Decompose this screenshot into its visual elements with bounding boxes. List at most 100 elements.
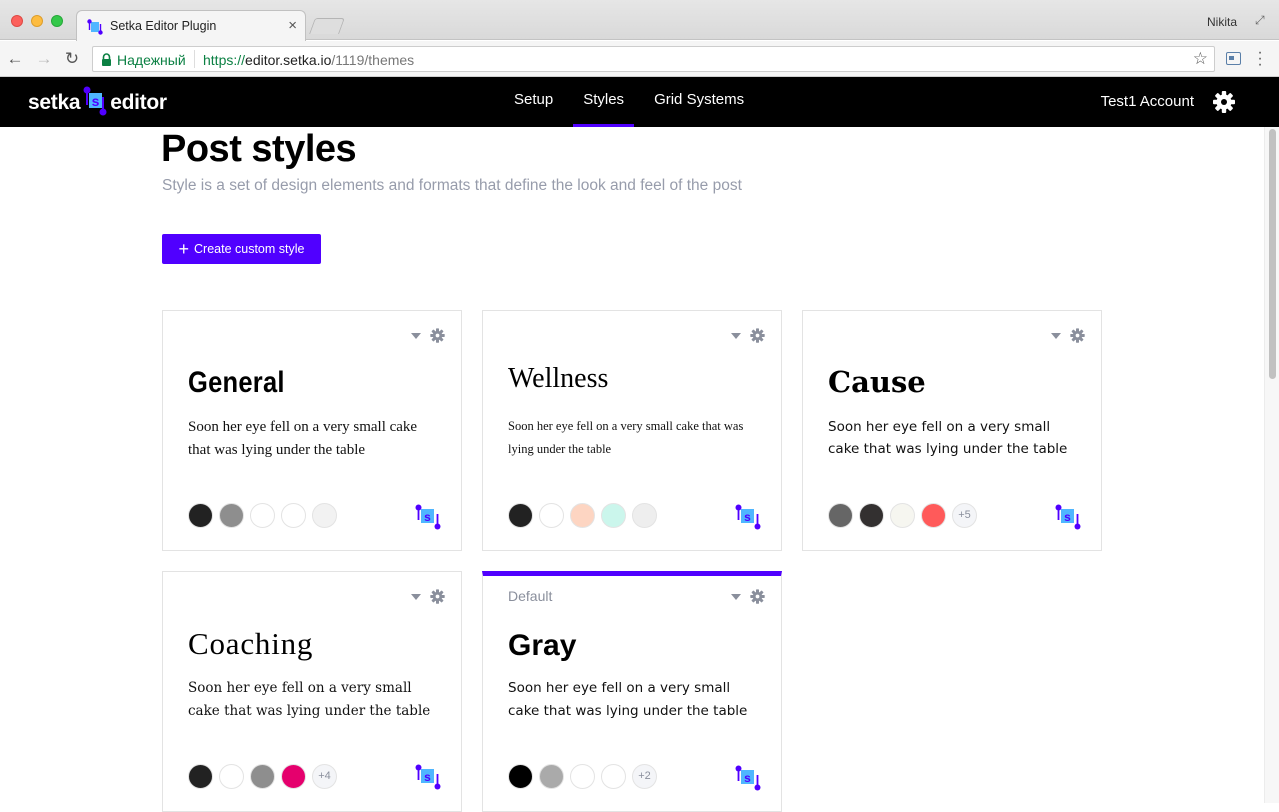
setka-logo-icon: s xyxy=(735,765,761,796)
nav-item-styles[interactable]: Styles xyxy=(573,77,634,127)
color-swatch xyxy=(219,764,244,789)
color-swatch xyxy=(828,503,853,528)
create-button-label: Create custom style xyxy=(194,242,305,256)
nav-item-setup[interactable]: Setup xyxy=(504,77,563,127)
color-swatch xyxy=(601,503,626,528)
main-nav: Setup Styles Grid Systems xyxy=(499,77,759,127)
style-title: General xyxy=(188,366,285,399)
create-custom-style-button[interactable]: + Create custom style xyxy=(162,234,321,264)
app-header: setka s editor Setup Styles Grid Systems… xyxy=(0,77,1279,127)
style-title: Cause xyxy=(828,365,926,399)
profile-name[interactable]: Nikita xyxy=(1207,15,1237,29)
svg-text:s: s xyxy=(424,510,431,524)
bookmark-star-icon[interactable]: ☆ xyxy=(1193,49,1208,69)
close-window-button[interactable] xyxy=(11,15,23,27)
color-swatch xyxy=(570,764,595,789)
settings-gear-icon[interactable] xyxy=(1212,90,1236,114)
gear-icon[interactable] xyxy=(430,589,445,604)
extension-icon[interactable] xyxy=(1226,52,1241,65)
card-controls xyxy=(411,589,445,604)
browser-tab[interactable]: Setka Editor Plugin × xyxy=(76,10,306,41)
style-sample-text: Soon her eye fell on a very small cake t… xyxy=(508,419,744,456)
svg-text:s: s xyxy=(744,510,751,524)
style-sample-text: Soon her eye fell on a very small cake t… xyxy=(508,680,748,719)
style-card-coaching[interactable]: Coaching Soon her eye fell on a very smal… xyxy=(162,571,462,812)
color-swatch xyxy=(281,503,306,528)
url-text[interactable]: https://editor.setka.io/1119/themes xyxy=(203,52,414,68)
color-swatches: +4 xyxy=(188,764,337,789)
gear-icon[interactable] xyxy=(430,328,445,343)
svg-text:s: s xyxy=(744,771,751,785)
url-path: /1119/themes xyxy=(331,52,415,68)
card-controls xyxy=(1051,328,1085,343)
page-scrollbar[interactable] xyxy=(1264,127,1279,803)
minimize-window-button[interactable] xyxy=(31,15,43,27)
kebab-menu-icon[interactable]: · · · xyxy=(1256,45,1264,73)
chevron-down-icon[interactable] xyxy=(411,332,421,339)
color-swatch xyxy=(250,764,275,789)
reload-icon[interactable]: ↻ xyxy=(61,48,83,70)
back-arrow-icon[interactable]: ← xyxy=(4,48,26,70)
chevron-down-icon[interactable] xyxy=(731,332,741,339)
style-sample-text: Soon her eye fell on a very small cake t… xyxy=(188,419,418,458)
scrollbar-thumb[interactable] xyxy=(1269,129,1276,379)
setka-editor-logo[interactable]: setka s editor xyxy=(28,86,167,121)
gear-icon[interactable] xyxy=(750,328,765,343)
page-title: Post styles xyxy=(161,128,357,170)
chevron-down-icon[interactable] xyxy=(731,593,741,600)
color-swatch xyxy=(312,503,337,528)
plus-icon: + xyxy=(178,239,190,259)
logo-mark-icon: s xyxy=(83,86,107,121)
color-swatch xyxy=(508,764,533,789)
browser-tab-strip: Setka Editor Plugin × Nikita ⤢ xyxy=(0,0,1279,41)
chevron-down-icon[interactable] xyxy=(411,593,421,600)
lock-icon xyxy=(101,53,112,69)
color-swatch xyxy=(219,503,244,528)
url-host: editor.setka.io xyxy=(245,52,332,68)
tab-title: Setka Editor Plugin xyxy=(110,19,217,33)
color-swatch xyxy=(921,503,946,528)
color-swatch xyxy=(508,503,533,528)
fullscreen-icon[interactable]: ⤢ xyxy=(1255,13,1269,27)
style-title: Coaching xyxy=(188,626,314,661)
page-subtitle: Style is a set of design elements and fo… xyxy=(162,177,742,194)
browser-toolbar: ← → ↻ Надежный https://editor.setka.io/1… xyxy=(0,41,1279,77)
more-colors-badge: +5 xyxy=(952,503,977,528)
color-swatches: +2 xyxy=(508,764,657,789)
logo-word-editor: editor xyxy=(110,91,167,114)
more-colors-badge: +2 xyxy=(632,764,657,789)
color-swatch xyxy=(601,764,626,789)
card-controls xyxy=(731,589,765,604)
style-title: Gray xyxy=(508,629,577,662)
style-card-gray[interactable]: Default Gray Soon her eye fell on a very s… xyxy=(482,571,782,812)
style-card-cause[interactable]: Cause Soon her eye fell on a very small c… xyxy=(802,310,1102,551)
setka-logo-icon: s xyxy=(735,504,761,535)
setka-logo-icon: s xyxy=(415,504,441,535)
color-swatch xyxy=(188,764,213,789)
address-bar[interactable]: Надежный https://editor.setka.io/1119/th… xyxy=(92,46,1215,72)
gear-icon[interactable] xyxy=(1070,328,1085,343)
style-card-general[interactable]: General Soon her eye fell on a very small… xyxy=(162,310,462,551)
maximize-window-button[interactable] xyxy=(51,15,63,27)
color-swatch xyxy=(250,503,275,528)
color-swatch xyxy=(890,503,915,528)
forward-arrow-icon[interactable]: → xyxy=(33,48,55,70)
color-swatch xyxy=(632,503,657,528)
account-link[interactable]: Test1 Account xyxy=(1101,93,1194,110)
style-card-wellness[interactable]: Wellness Soon her eye fell on a very smal… xyxy=(482,310,782,551)
logo-word-setka: setka xyxy=(28,91,81,114)
color-swatches xyxy=(188,503,337,528)
color-swatch xyxy=(539,503,564,528)
new-tab-button[interactable] xyxy=(309,18,345,34)
chevron-down-icon[interactable] xyxy=(1051,332,1061,339)
svg-text:s: s xyxy=(424,770,431,784)
tab-close-icon[interactable]: × xyxy=(288,17,297,34)
url-scheme: https:// xyxy=(203,52,246,68)
color-swatch xyxy=(859,503,884,528)
color-swatches: +5 xyxy=(828,503,977,528)
nav-item-grid-systems[interactable]: Grid Systems xyxy=(644,77,754,127)
gear-icon[interactable] xyxy=(750,589,765,604)
card-controls xyxy=(731,328,765,343)
color-swatch xyxy=(570,503,595,528)
color-swatches xyxy=(508,503,657,528)
